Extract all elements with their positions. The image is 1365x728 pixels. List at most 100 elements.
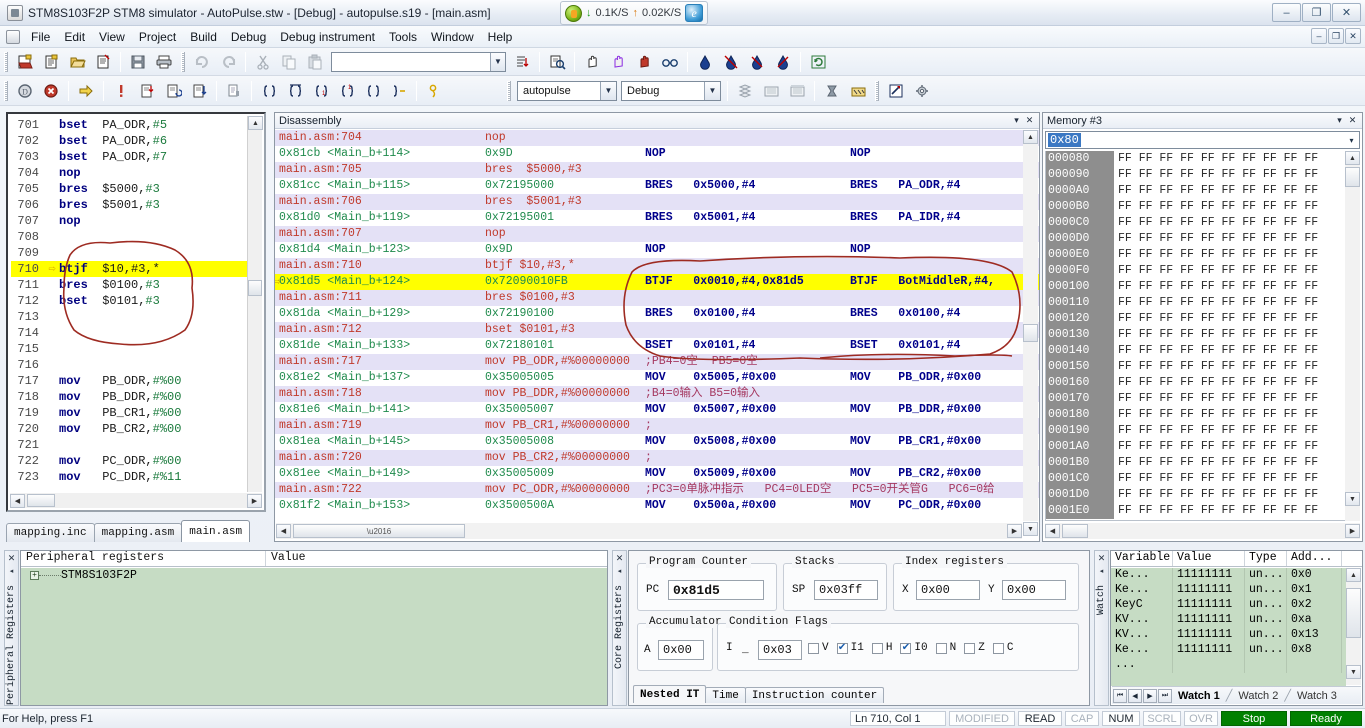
magnify-tool-icon[interactable] (884, 79, 908, 102)
memory-scroll-left-button[interactable]: ◀ (1045, 524, 1060, 538)
watch-col-header[interactable]: Add... (1287, 551, 1342, 566)
disassembly-code-line[interactable]: 0x81ee <Main_b+149> 0x35005009 MOV 0x5009,… (275, 466, 1039, 482)
memory-row[interactable]: 0000C0 FF FF FF FF FF FF FF FF FF FF (1046, 215, 1359, 231)
project-combo[interactable]: autopulse ▼ (517, 80, 617, 101)
editor-line[interactable]: 703 bset PA_ODR,#7 (11, 149, 261, 165)
paste-icon[interactable] (303, 50, 327, 73)
memory-row[interactable]: 000190 FF FF FF FF FF FF FF FF FF FF (1046, 423, 1359, 439)
find-next-icon[interactable] (510, 50, 534, 73)
compile-icon[interactable] (820, 79, 844, 102)
editor-line[interactable]: 718 mov PB_DDR,#%00 (11, 389, 261, 405)
checkbox-z[interactable] (964, 642, 976, 654)
checkbox-c[interactable] (992, 642, 1004, 654)
brace-4-icon[interactable] (387, 79, 411, 102)
browser-icon[interactable]: e (685, 4, 704, 22)
brace-3-icon[interactable] (361, 79, 385, 102)
watch-scroll-thumb[interactable] (1346, 588, 1361, 638)
editor-line[interactable]: 722 mov PC_ODR,#%00 (11, 453, 261, 469)
open-brace-icon[interactable] (257, 79, 281, 102)
memory-hscroll-thumb[interactable] (1062, 524, 1088, 538)
editor-line[interactable]: 719 mov PB_CR1,#%00 (11, 405, 261, 421)
memory-row[interactable]: 000150 FF FF FF FF FF FF FF FF FF FF (1046, 359, 1359, 375)
collapse-icon[interactable]: ◂ (1100, 567, 1104, 575)
editor-line[interactable]: 705 bres $5000,#3 (11, 181, 261, 197)
editor-line[interactable]: 701 bset PA_ODR,#5 (11, 117, 261, 133)
source-editor[interactable]: 701 bset PA_ODR,#5 702 bset PA_ODR,#6 703 bse… (6, 112, 266, 512)
chevron-down-icon[interactable]: ▾ (1344, 136, 1359, 145)
mdi-restore-button[interactable]: ❐ (1328, 28, 1344, 44)
settings-build-icon[interactable] (846, 79, 870, 102)
editor-line[interactable]: 710 ⇨ btjf $10,#3,* (11, 261, 261, 277)
watch-tab-watch-3[interactable]: Watch 3 (1291, 688, 1343, 704)
print-icon[interactable] (152, 50, 176, 73)
step-into-icon[interactable] (135, 79, 159, 102)
disassembly-code-line[interactable]: 0x81d4 <Main_b+123> 0x9D NOP NOP (275, 242, 1039, 258)
hand-stop-icon[interactable] (606, 50, 630, 73)
memory-row-cells[interactable]: FF FF FF FF FF FF FF FF FF FF (1114, 215, 1318, 231)
memory-row[interactable]: 0001D0 FF FF FF FF FF FF FF FF FF FF (1046, 487, 1359, 503)
editor-line[interactable]: 704 nop (11, 165, 261, 181)
toolbar-grip[interactable] (4, 51, 8, 72)
cut-icon[interactable] (251, 50, 275, 73)
minimize-button[interactable]: – (1272, 3, 1301, 22)
tree-row-device[interactable]: + STM8S103F2P (21, 568, 607, 583)
disassembly-source-line[interactable]: main.asm:705 bres $5000,#3 (275, 162, 1039, 178)
disasm-scroll-up-button[interactable]: ▲ (1023, 130, 1038, 144)
x-value-field[interactable]: 0x00 (916, 580, 980, 600)
memory-row-cells[interactable]: FF FF FF FF FF FF FF FF FF FF (1114, 311, 1318, 327)
close-brace-icon[interactable] (283, 79, 307, 102)
disassembly-code-line[interactable]: 0x81ea <Main_b+145> 0x35005008 MOV 0x5008,… (275, 434, 1039, 450)
disassembly-code-line[interactable]: 0x81f2 <Main_b+153> 0x3500500A MOV 0x500a,… (275, 498, 1039, 514)
memory-row-cells[interactable]: FF FF FF FF FF FF FF FF FF FF (1114, 167, 1318, 183)
editor-line[interactable]: 706 bres $5001,#3 (11, 197, 261, 213)
close-file-icon[interactable] (91, 50, 115, 73)
watch-prev-button[interactable]: ◀ (1128, 688, 1142, 703)
close-icon[interactable]: ✕ (616, 553, 624, 564)
stop-debug-icon[interactable] (39, 79, 63, 102)
fill-icon[interactable] (693, 50, 717, 73)
pc-value-field[interactable]: 0x81d5 (668, 580, 764, 600)
watch-row[interactable]: ... (1111, 658, 1346, 673)
flag-n[interactable]: N (935, 642, 956, 654)
disassembly-source-line[interactable]: main.asm:711 bres $0100,#3 (275, 290, 1039, 306)
halt-icon[interactable] (109, 79, 133, 102)
memory-row-cells[interactable]: FF FF FF FF FF FF FF FF FF FF (1114, 407, 1318, 423)
restore-button[interactable]: ❐ (1302, 3, 1331, 22)
redo-icon[interactable] (216, 50, 240, 73)
expand-icon[interactable]: + (30, 571, 39, 580)
disasm-scroll-right-button[interactable]: ▶ (1007, 524, 1022, 538)
editor-line[interactable]: 715 (11, 341, 261, 357)
chevron-down-icon[interactable]: ▾ (1333, 114, 1346, 127)
watch-scroll-down-button[interactable]: ▼ (1346, 665, 1361, 679)
disassembly-vertical-scrollbar[interactable]: ▲ ▼ (1023, 130, 1038, 536)
memory-row-cells[interactable]: FF FF FF FF FF FF FF FF FF FF (1114, 151, 1318, 167)
checkbox-i1[interactable] (836, 642, 848, 654)
memory-row[interactable]: 000130 FF FF FF FF FF FF FF FF FF FF (1046, 327, 1359, 343)
continue-icon[interactable] (74, 79, 98, 102)
editor-scroll-right-button[interactable]: ▶ (247, 493, 262, 508)
disassembly-source-line[interactable]: main.asm:707 nop (275, 226, 1039, 242)
memory-row[interactable]: 000110 FF FF FF FF FF FF FF FF FF FF (1046, 295, 1359, 311)
disasm-scroll-left-button[interactable]: ◀ (276, 524, 291, 538)
hand-icon[interactable] (580, 50, 604, 73)
memory-row-cells[interactable]: FF FF FF FF FF FF FF FF FF FF (1114, 199, 1318, 215)
new-file-icon[interactable] (39, 50, 63, 73)
checkbox-v[interactable] (808, 642, 819, 654)
close-icon[interactable]: ✕ (1346, 114, 1359, 127)
watch-col-header[interactable]: Type (1245, 551, 1287, 566)
refresh-icon[interactable] (806, 50, 830, 73)
memory-row-cells[interactable]: FF FF FF FF FF FF FF FF FF FF (1114, 391, 1318, 407)
disassembly-horizontal-scrollbar[interactable]: ◀ \u2016 ▶ (276, 523, 1022, 539)
flag-i0[interactable]: I0 (900, 642, 928, 654)
editor-scroll-thumb[interactable] (248, 280, 262, 296)
flag-c[interactable]: C (992, 642, 1013, 654)
bookmark-clear-icon[interactable] (771, 50, 795, 73)
memory-hex-grid[interactable]: 000080 FF FF FF FF FF FF FF FF FF FF 00009… (1045, 151, 1360, 521)
new-workspace-icon[interactable] (13, 50, 37, 73)
run-to-cursor-icon[interactable] (222, 79, 246, 102)
memory-row[interactable]: 000160 FF FF FF FF FF FF FF FF FF FF (1046, 375, 1359, 391)
memory-row-cells[interactable]: FF FF FF FF FF FF FF FF FF FF (1114, 375, 1318, 391)
disassembly-source-line[interactable]: main.asm:718 mov PB_DDR,#%00000000 ;B4=0输入… (275, 386, 1039, 402)
memory-row[interactable]: 0000A0 FF FF FF FF FF FF FF FF FF FF (1046, 183, 1359, 199)
memory-vertical-scrollbar[interactable]: ▲ ▼ (1345, 151, 1360, 521)
